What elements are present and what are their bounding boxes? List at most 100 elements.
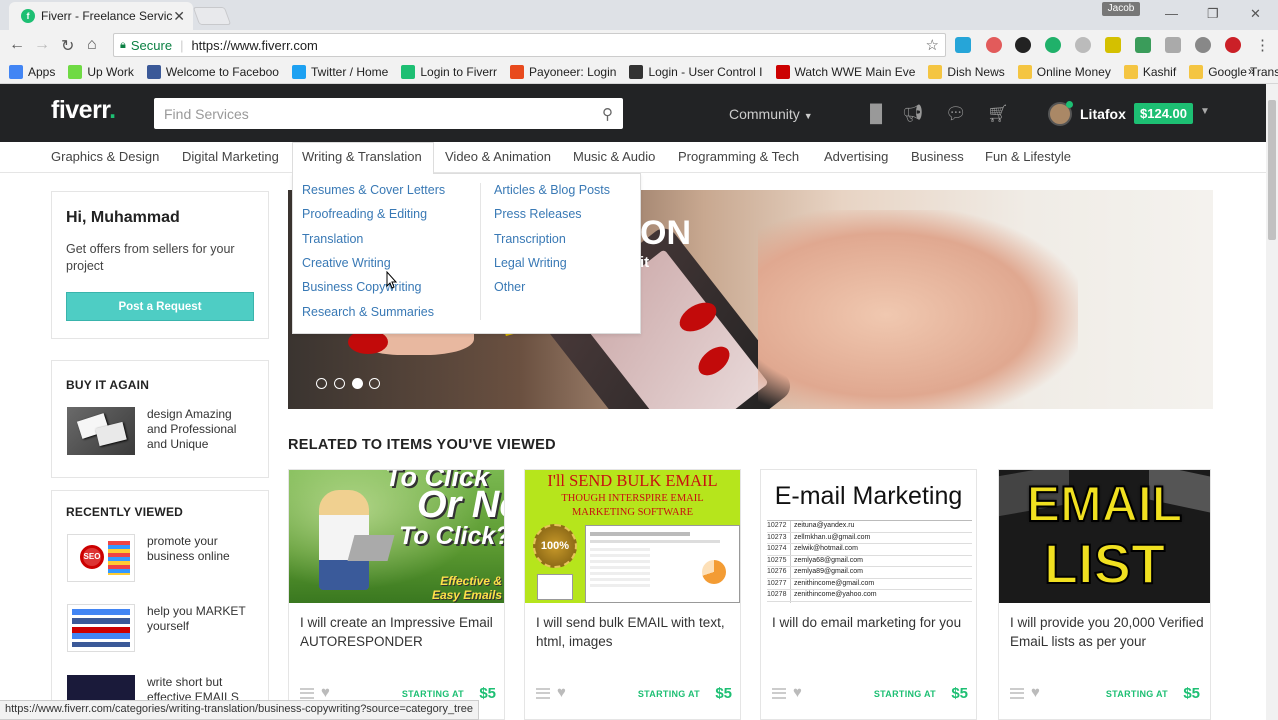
subcategory-creative-writing[interactable]: Creative Writing (302, 256, 391, 270)
bookmark-item[interactable]: Login - User Control I (629, 64, 763, 79)
bookmark-item[interactable]: Watch WWE Main Eve (775, 64, 915, 79)
recent-thumbnail-social[interactable] (67, 604, 135, 652)
back-arrow-icon[interactable]: ← (9, 36, 25, 54)
bookmark-star-icon[interactable]: ☆ (926, 36, 939, 54)
extension-dark-icon[interactable] (1015, 37, 1031, 53)
heart-icon[interactable]: ♥ (793, 684, 802, 701)
heart-icon[interactable]: ♥ (557, 684, 566, 701)
forward-arrow-icon[interactable]: → (34, 36, 50, 54)
slide-dot-1[interactable] (316, 378, 327, 389)
bookmark-item[interactable]: Apps (9, 64, 55, 79)
chrome-menu-icon[interactable]: ⋮ (1255, 36, 1270, 54)
buy-again-item-title[interactable]: design Amazing and Professional and Uniq… (147, 407, 255, 452)
category-graphics-design[interactable]: Graphics & Design (51, 149, 159, 164)
category-writing-translation[interactable]: Writing & Translation (302, 149, 422, 164)
extension-c-icon[interactable] (955, 37, 971, 53)
tab-close-icon[interactable]: ✕ (173, 8, 185, 25)
window-close-icon[interactable]: ✕ (1250, 6, 1261, 22)
bookmark-item[interactable]: Online Money (1017, 64, 1111, 79)
post-request-button[interactable]: Post a Request (66, 292, 254, 321)
community-menu[interactable]: Community ▼ (729, 106, 813, 122)
gig-title[interactable]: I will send bulk EMAIL with text, html, … (536, 613, 736, 651)
slide-dot-2[interactable] (334, 378, 345, 389)
reload-icon[interactable]: ↻ (61, 36, 74, 56)
account-chevron-icon[interactable]: ▼ (1200, 106, 1210, 117)
subcategory-resumes[interactable]: Resumes & Cover Letters (302, 183, 445, 197)
gig-card[interactable]: E-mail Marketing 10272 zeituna@yandex.ru 1… (760, 469, 977, 720)
gig-image-autoresponder[interactable]: To Click Or Not To Click? Effective & Ea… (289, 470, 504, 603)
gig-image-email-marketing[interactable]: E-mail Marketing 10272 zeituna@yandex.ru 1… (761, 470, 976, 603)
recent-item-title[interactable]: help you MARKET yourself (147, 604, 255, 634)
gig-title[interactable]: I will create an Impressive Email AUTORE… (300, 613, 500, 651)
gig-image-bulk-email[interactable]: I'll SEND BULK EMAIL THOUGH INTERSPIRE E… (525, 470, 740, 603)
cart-icon[interactable]: 🛒︎ (987, 104, 1009, 124)
bookmark-item[interactable]: Twitter / Home (291, 64, 388, 79)
search-icon[interactable]: ⚲ (602, 105, 613, 123)
extension-yellow-icon[interactable] (1105, 37, 1121, 53)
bookmark-item[interactable]: Dish News (928, 64, 1005, 79)
buy-again-thumbnail[interactable] (67, 407, 135, 455)
minimize-icon[interactable]: — (1165, 6, 1178, 21)
bookmark-item[interactable]: Google Translate (1189, 64, 1278, 79)
balance-badge[interactable]: $124.00 (1134, 103, 1193, 124)
pinterest-icon[interactable] (1225, 37, 1241, 53)
chat-icon[interactable]: 💬︎ (945, 104, 967, 124)
subcategory-articles[interactable]: Articles & Blog Posts (494, 183, 610, 197)
menu-icon[interactable] (772, 688, 786, 699)
subcategory-other[interactable]: Other (494, 280, 525, 294)
gig-card[interactable]: EMAIL LIST I will provide you 20,000 Ver… (998, 469, 1211, 720)
category-advertising[interactable]: Advertising (824, 149, 888, 164)
extension-green-icon[interactable] (1135, 37, 1151, 53)
subcategory-transcription[interactable]: Transcription (494, 232, 566, 246)
subcategory-research[interactable]: Research & Summaries (302, 305, 434, 319)
category-business[interactable]: Business (911, 149, 964, 164)
extension-1b-icon[interactable] (1165, 37, 1181, 53)
extension-gear-icon[interactable] (1195, 37, 1211, 53)
bookmark-item[interactable]: Up Work (68, 64, 134, 79)
slide-dot-3-active[interactable] (352, 378, 363, 389)
scrollbar-thumb[interactable] (1268, 100, 1276, 240)
subcategory-proofreading[interactable]: Proofreading & Editing (302, 207, 427, 221)
recent-item-title[interactable]: promote your business online (147, 534, 255, 564)
category-programming-tech[interactable]: Programming & Tech (678, 149, 799, 164)
category-music-audio[interactable]: Music & Audio (573, 149, 655, 164)
profile-badge[interactable]: Jacob (1102, 2, 1140, 16)
bookmark-item[interactable]: Payoneer: Login (510, 64, 616, 79)
gig-card[interactable]: To Click Or Not To Click? Effective & Ea… (288, 469, 505, 720)
gig-image-email-list[interactable]: EMAIL LIST (999, 470, 1210, 603)
username[interactable]: Litafox (1080, 106, 1126, 122)
menu-icon[interactable] (536, 688, 550, 699)
browser-tab[interactable]: f Fiverr - Freelance Service ✕ (9, 2, 193, 30)
bookmark-item[interactable]: Login to Fiverr (401, 64, 497, 79)
category-digital-marketing[interactable]: Digital Marketing (182, 149, 279, 164)
grammarly-icon[interactable] (1045, 37, 1061, 53)
extension-red-icon[interactable] (986, 37, 1002, 53)
restore-icon[interactable]: ❐ (1207, 6, 1219, 22)
gig-title[interactable]: I will provide you 20,000 Verified EmaiL… (1010, 613, 1205, 651)
heart-icon[interactable]: ♥ (321, 684, 330, 701)
url-text[interactable]: https://www.fiverr.com (191, 38, 925, 53)
heart-icon[interactable]: ♥ (1031, 684, 1040, 701)
category-video-animation[interactable]: Video & Animation (445, 149, 551, 164)
analytics-icon[interactable]: ▐▌ (864, 104, 888, 124)
megaphone-icon[interactable]: 📢︎ (902, 104, 924, 124)
recent-thumbnail-seo[interactable]: SEO (67, 534, 135, 582)
category-fun-lifestyle[interactable]: Fun & Lifestyle (985, 149, 1071, 164)
bookmark-item[interactable]: Welcome to Faceboo (146, 64, 279, 79)
menu-icon[interactable] (300, 688, 314, 699)
subcategory-translation[interactable]: Translation (302, 232, 363, 246)
fiverr-logo[interactable]: fiverr. (51, 96, 116, 125)
extension-globe-icon[interactable] (1075, 37, 1091, 53)
slide-dot-4[interactable] (369, 378, 380, 389)
menu-icon[interactable] (1010, 688, 1024, 699)
subcategory-legal-writing[interactable]: Legal Writing (494, 256, 567, 270)
gig-title[interactable]: I will do email marketing for you (772, 613, 972, 632)
subcategory-press-releases[interactable]: Press Releases (494, 207, 582, 221)
search-input[interactable]: Find Services ⚲ (154, 98, 623, 129)
address-bar[interactable]: 🔒︎ Secure | https://www.fiverr.com ☆ (113, 33, 946, 57)
bookmark-item[interactable]: Kashif (1123, 64, 1176, 79)
gig-card[interactable]: I'll SEND BULK EMAIL THOUGH INTERSPIRE E… (524, 469, 741, 720)
more-bookmarks-icon[interactable]: » (1248, 64, 1255, 78)
home-icon[interactable]: ⌂ (87, 36, 97, 54)
new-tab-button[interactable] (192, 7, 232, 25)
